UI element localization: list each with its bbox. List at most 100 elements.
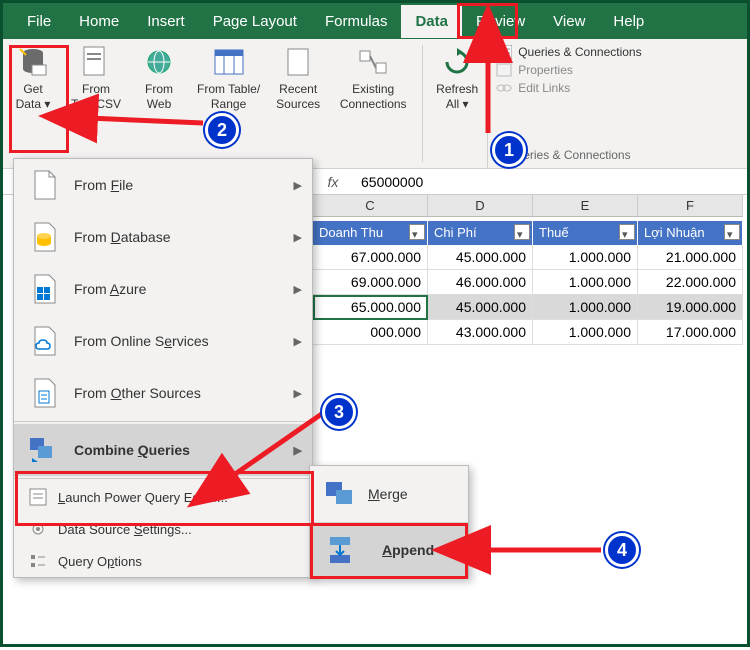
from-web-button[interactable]: From Web: [129, 39, 189, 168]
formula-input[interactable]: 65000000: [353, 174, 747, 190]
menu-data-source-settings[interactable]: Data Source Settings...: [14, 513, 312, 545]
cell[interactable]: 1.000.000: [533, 245, 638, 270]
badge-4: 4: [605, 533, 639, 567]
other-sources-icon: [28, 377, 60, 409]
cell[interactable]: 43.000.000: [428, 320, 533, 345]
badge-1: 1: [492, 133, 526, 167]
cell[interactable]: 19.000.000: [638, 295, 743, 320]
th-thue[interactable]: Thuế: [533, 221, 638, 245]
connection-icon: [356, 45, 390, 79]
table: Doanh Thu Chi Phí Thuế Lợi Nhuận 67.000.…: [313, 221, 743, 345]
table-icon: [212, 45, 246, 79]
fx-label[interactable]: fx: [313, 174, 353, 190]
menu-from-azure[interactable]: From Azure▶: [14, 263, 312, 315]
th-loi-nhuan[interactable]: Lợi Nhuận: [638, 221, 743, 245]
col-header-c[interactable]: C: [313, 195, 428, 216]
table-row: 67.000.00045.000.0001.000.00021.000.000: [313, 245, 743, 270]
cell[interactable]: 45.000.000: [428, 245, 533, 270]
cell[interactable]: 1.000.000: [533, 320, 638, 345]
cell[interactable]: 1.000.000: [533, 295, 638, 320]
cell[interactable]: 46.000.000: [428, 270, 533, 295]
merge-icon: [324, 480, 356, 509]
database-icon: [16, 45, 50, 79]
tab-review[interactable]: Review: [462, 5, 539, 38]
cell[interactable]: 69.000.000: [313, 270, 428, 295]
tab-help[interactable]: Help: [599, 5, 658, 38]
chevron-right-icon: ▶: [294, 335, 302, 348]
editor-icon: [28, 487, 48, 507]
table-header-row: Doanh Thu Chi Phí Thuế Lợi Nhuận: [313, 221, 743, 245]
from-table-button[interactable]: From Table/ Range: [189, 39, 268, 168]
tab-page-layout[interactable]: Page Layout: [199, 5, 311, 38]
link-icon: [496, 81, 512, 95]
chevron-right-icon: ▶: [294, 444, 302, 457]
refresh-all-button[interactable]: Refresh All ▾: [427, 39, 487, 168]
cell[interactable]: 22.000.000: [638, 270, 743, 295]
filter-dropdown-icon[interactable]: [514, 224, 530, 240]
globe-icon: [142, 45, 176, 79]
menu-launch-pq-editor[interactable]: Launch Power Query Editor...: [14, 481, 312, 513]
queries-connections-button[interactable]: Queries & Connections: [496, 43, 641, 61]
get-data-button[interactable]: Get Data ▾: [3, 39, 63, 168]
combine-queries-submenu: Merge Append: [309, 465, 469, 579]
tab-insert[interactable]: Insert: [133, 5, 199, 38]
th-doanh-thu[interactable]: Doanh Thu: [313, 221, 428, 245]
file-icon: [28, 169, 60, 201]
col-header-e[interactable]: E: [533, 195, 638, 216]
badge-3: 3: [322, 395, 356, 429]
submenu-append[interactable]: Append: [310, 522, 468, 578]
th-chi-phi[interactable]: Chi Phí: [428, 221, 533, 245]
filter-dropdown-icon[interactable]: [619, 224, 635, 240]
cell[interactable]: 000.000: [313, 320, 428, 345]
tab-formulas[interactable]: Formulas: [311, 5, 402, 38]
filter-dropdown-icon[interactable]: [724, 224, 740, 240]
file-text-icon: [79, 45, 113, 79]
properties-icon: [496, 63, 512, 77]
submenu-merge[interactable]: Merge: [310, 466, 468, 522]
ribbon-data: Get Data ▾ From Text/CSV From Web From T…: [3, 39, 747, 169]
col-header-f[interactable]: F: [638, 195, 743, 216]
cell[interactable]: 1.000.000: [533, 270, 638, 295]
options-icon: [28, 551, 48, 571]
menu-from-database[interactable]: From Database▶: [14, 211, 312, 263]
menu-from-file[interactable]: From File▶: [14, 159, 312, 211]
tab-file[interactable]: File: [13, 5, 65, 38]
tab-home[interactable]: Home: [65, 5, 133, 38]
combine-icon: [28, 434, 60, 466]
database-icon: [28, 221, 60, 253]
menu-combine-queries[interactable]: Combine Queries▶: [14, 424, 312, 476]
ribbon-tabs: File Home Insert Page Layout Formulas Da…: [3, 3, 747, 39]
chevron-right-icon: ▶: [294, 283, 302, 296]
cell[interactable]: 45.000.000: [428, 295, 533, 320]
tab-view[interactable]: View: [539, 5, 599, 38]
list-icon: [496, 45, 512, 59]
table-row: 000.00043.000.0001.000.00017.000.000: [313, 320, 743, 345]
cell[interactable]: 65.000.000: [313, 295, 428, 320]
menu-from-online-services[interactable]: From Online Services▶: [14, 315, 312, 367]
file-icon: [281, 45, 315, 79]
menu-query-options[interactable]: Query Options: [14, 545, 312, 577]
edit-links-button[interactable]: Edit Links: [496, 79, 641, 97]
existing-connections-button[interactable]: Existing Connections: [328, 39, 418, 168]
chevron-right-icon: ▶: [294, 231, 302, 244]
cell[interactable]: 67.000.000: [313, 245, 428, 270]
col-header-d[interactable]: D: [428, 195, 533, 216]
tab-data[interactable]: Data: [401, 5, 462, 38]
cloud-icon: [28, 325, 60, 357]
cell[interactable]: 17.000.000: [638, 320, 743, 345]
chevron-right-icon: ▶: [294, 387, 302, 400]
gear-icon: [28, 519, 48, 539]
menu-from-other-sources[interactable]: From Other Sources▶: [14, 367, 312, 419]
append-icon: [324, 534, 356, 566]
properties-button[interactable]: Properties: [496, 61, 641, 79]
table-row: 69.000.00046.000.0001.000.00022.000.000: [313, 270, 743, 295]
table-row: 65.000.00045.000.0001.000.00019.000.000: [313, 295, 743, 320]
filter-dropdown-icon[interactable]: [409, 224, 425, 240]
chevron-right-icon: ▶: [294, 179, 302, 192]
refresh-icon: [440, 45, 474, 79]
column-headers: C D E F: [313, 195, 743, 217]
recent-sources-button[interactable]: Recent Sources: [268, 39, 328, 168]
cell[interactable]: 21.000.000: [638, 245, 743, 270]
get-data-menu: From File▶ From Database▶ From Azure▶ Fr…: [13, 158, 313, 578]
from-text-button[interactable]: From Text/CSV: [63, 39, 129, 168]
